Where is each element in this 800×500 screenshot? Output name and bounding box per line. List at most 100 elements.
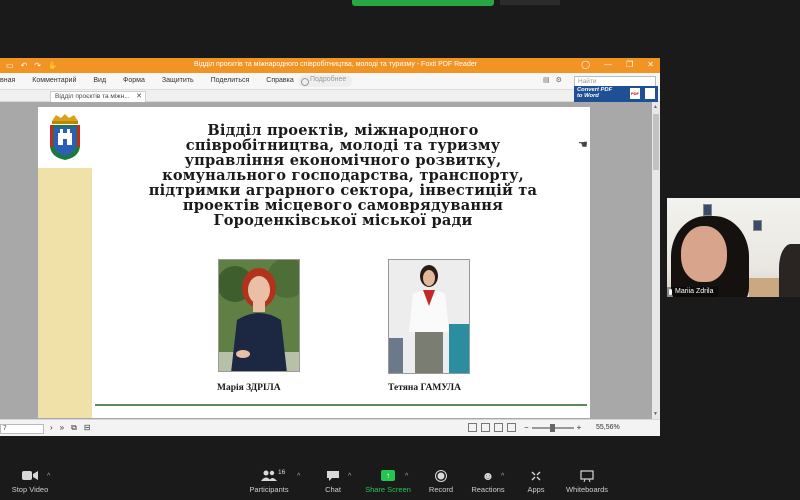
participant-face: [681, 226, 727, 282]
record-icon: [435, 469, 447, 482]
share-caret-icon[interactable]: ^: [405, 473, 408, 480]
slide-headline: Відділ проектів, міжнародного співробітн…: [123, 123, 563, 228]
headline-line: Городенківської міської ради: [213, 212, 473, 229]
menu-share[interactable]: Поделиться: [211, 77, 250, 84]
whiteboards-button[interactable]: Whiteboards: [564, 466, 610, 500]
share-screen-button[interactable]: ↑ Share Screen: [364, 466, 412, 500]
scrollbar-thumb[interactable]: [653, 114, 659, 170]
view-mode-buttons: [468, 423, 516, 432]
facing-view-icon[interactable]: [494, 423, 503, 432]
page-number-field[interactable]: 7: [0, 424, 44, 434]
reactions-label: Reactions: [471, 485, 505, 494]
stop-video-button[interactable]: Stop Video: [6, 466, 54, 500]
microphone-icon: [669, 289, 672, 295]
zoom-out-icon[interactable]: −: [524, 423, 529, 432]
close-tab-icon[interactable]: ✕: [136, 92, 142, 102]
chat-label: Chat: [325, 485, 341, 494]
status-bar: 7 › » ⧉ ⊟ − + 55,56%: [0, 419, 660, 436]
headline-line: комунального господарства, транспорту,: [162, 167, 524, 184]
scroll-down-icon[interactable]: ▼: [653, 411, 658, 417]
apps-icon: [531, 471, 541, 480]
window-controls: ◯ — ❐ ✕: [581, 60, 654, 69]
apps-button[interactable]: Apps: [522, 466, 550, 500]
continuous-view-icon[interactable]: [481, 423, 490, 432]
page-side-stripe: [38, 168, 92, 418]
next-page-icon[interactable]: ›: [50, 423, 53, 433]
headline-line: Відділ проектів, міжнародного: [207, 122, 479, 139]
reactions-caret-icon[interactable]: ^: [501, 473, 504, 480]
menu-comment[interactable]: Комментарий: [32, 77, 76, 84]
page-footer-rule: [95, 404, 587, 406]
zoom-level[interactable]: 55,56%: [596, 424, 620, 431]
account-icon[interactable]: ◯: [581, 60, 590, 69]
sharing-banner[interactable]: [352, 0, 494, 6]
menu-help[interactable]: Справка: [266, 77, 293, 84]
copy-page-icon[interactable]: ⧉: [71, 423, 77, 433]
minimize-button[interactable]: —: [604, 60, 612, 69]
pdf-page: Відділ проектів, міжнародного співробітн…: [38, 107, 590, 418]
menu-form[interactable]: Форма: [123, 77, 145, 84]
redo-icon[interactable]: ↷: [34, 61, 41, 70]
sharing-banner-options[interactable]: [500, 0, 560, 5]
portrait-photo-2: [388, 259, 470, 374]
menu-home[interactable]: вная: [0, 77, 15, 84]
rotate-page-icon[interactable]: ⊟: [84, 423, 91, 433]
participants-count: 16: [278, 469, 286, 476]
participant-name: Mariia Zdrila: [675, 288, 714, 295]
quick-access-toolbar: ▭ ↶ ↷ ✋: [6, 61, 58, 70]
wall-picture: [703, 204, 712, 216]
headline-line: управління економічного розвитку,: [184, 152, 502, 169]
document-viewport[interactable]: Відділ проектів, міжнародного співробітн…: [0, 102, 652, 419]
layout-icon[interactable]: ▤: [543, 76, 550, 84]
hand-tool-icon[interactable]: ✋: [48, 61, 58, 70]
chat-bubble-icon: [327, 470, 339, 481]
headline-line: проектів місцевого самоврядування: [182, 197, 504, 214]
share-screen-icon: ↑: [381, 470, 395, 481]
participant-name-tag: Mariia Zdrila: [667, 287, 718, 297]
undo-icon[interactable]: ↶: [21, 61, 28, 70]
settings-icon[interactable]: ⚙: [556, 76, 562, 84]
zoom-track[interactable]: [531, 423, 574, 432]
coat-of-arms-icon: [50, 114, 80, 160]
zoom-knob[interactable]: [549, 423, 555, 432]
pdf-file-icon: PDF: [630, 88, 640, 99]
restore-button[interactable]: ❐: [626, 60, 633, 69]
meeting-toolbar: Stop Video ^ Participants 16 ^ Chat ^ ↑ …: [0, 466, 800, 500]
participants-caret-icon[interactable]: ^: [297, 473, 300, 480]
page-navigation: › » ⧉ ⊟: [50, 423, 91, 433]
chat-caret-icon[interactable]: ^: [348, 473, 351, 480]
convert-ad-banner[interactable]: Convert PDF to Word PDF: [574, 86, 658, 102]
menu-protect[interactable]: Защитить: [162, 77, 194, 84]
menu-view[interactable]: Вид: [93, 77, 106, 84]
headline-line: співробітництва, молоді та туризму: [185, 137, 501, 154]
cover-view-icon[interactable]: [507, 423, 516, 432]
single-page-view-icon[interactable]: [468, 423, 477, 432]
participants-label: Participants: [249, 485, 289, 494]
person-caption-2: Тетяна ГАМУЛА: [388, 383, 461, 393]
stop-video-label: Stop Video: [11, 485, 49, 494]
close-button[interactable]: ✕: [647, 60, 654, 69]
zoom-in-icon[interactable]: +: [577, 423, 582, 432]
reactions-button[interactable]: ☻ Reactions: [470, 466, 506, 500]
vertical-scrollbar[interactable]: ▲ ▼: [652, 102, 660, 419]
document-tab[interactable]: Відділ проєктів та міжн... ✕: [50, 91, 146, 102]
participant-video-tile[interactable]: Mariia Zdrila: [667, 198, 800, 297]
whiteboard-icon: [580, 469, 594, 482]
wall-picture: [753, 220, 762, 231]
person-caption-1: Марія ЗДРІЛА: [217, 383, 281, 393]
headline-line: підтримки аграрного сектора, інвестицій …: [148, 182, 538, 199]
zoom-slider[interactable]: − +: [524, 423, 581, 432]
save-icon[interactable]: ▭: [6, 61, 14, 70]
record-button[interactable]: Record: [426, 466, 456, 500]
last-page-icon[interactable]: »: [60, 423, 64, 433]
second-person: [779, 244, 800, 297]
tell-me-hint[interactable]: Подробнее: [298, 75, 353, 87]
chat-button[interactable]: Chat: [318, 466, 348, 500]
ribbon-icons: ▤ ⚙: [543, 76, 562, 84]
pdf-reader-window: ▭ ↶ ↷ ✋ Відділ проєктів та міжнародного …: [0, 58, 660, 436]
window-title: Відділ проєктів та міжнародного співробі…: [194, 61, 478, 68]
scroll-up-icon[interactable]: ▲: [653, 104, 658, 110]
hand-cursor-icon: ☚: [578, 139, 588, 151]
word-file-icon: [645, 88, 655, 99]
video-options-caret-icon[interactable]: ^: [47, 473, 50, 480]
